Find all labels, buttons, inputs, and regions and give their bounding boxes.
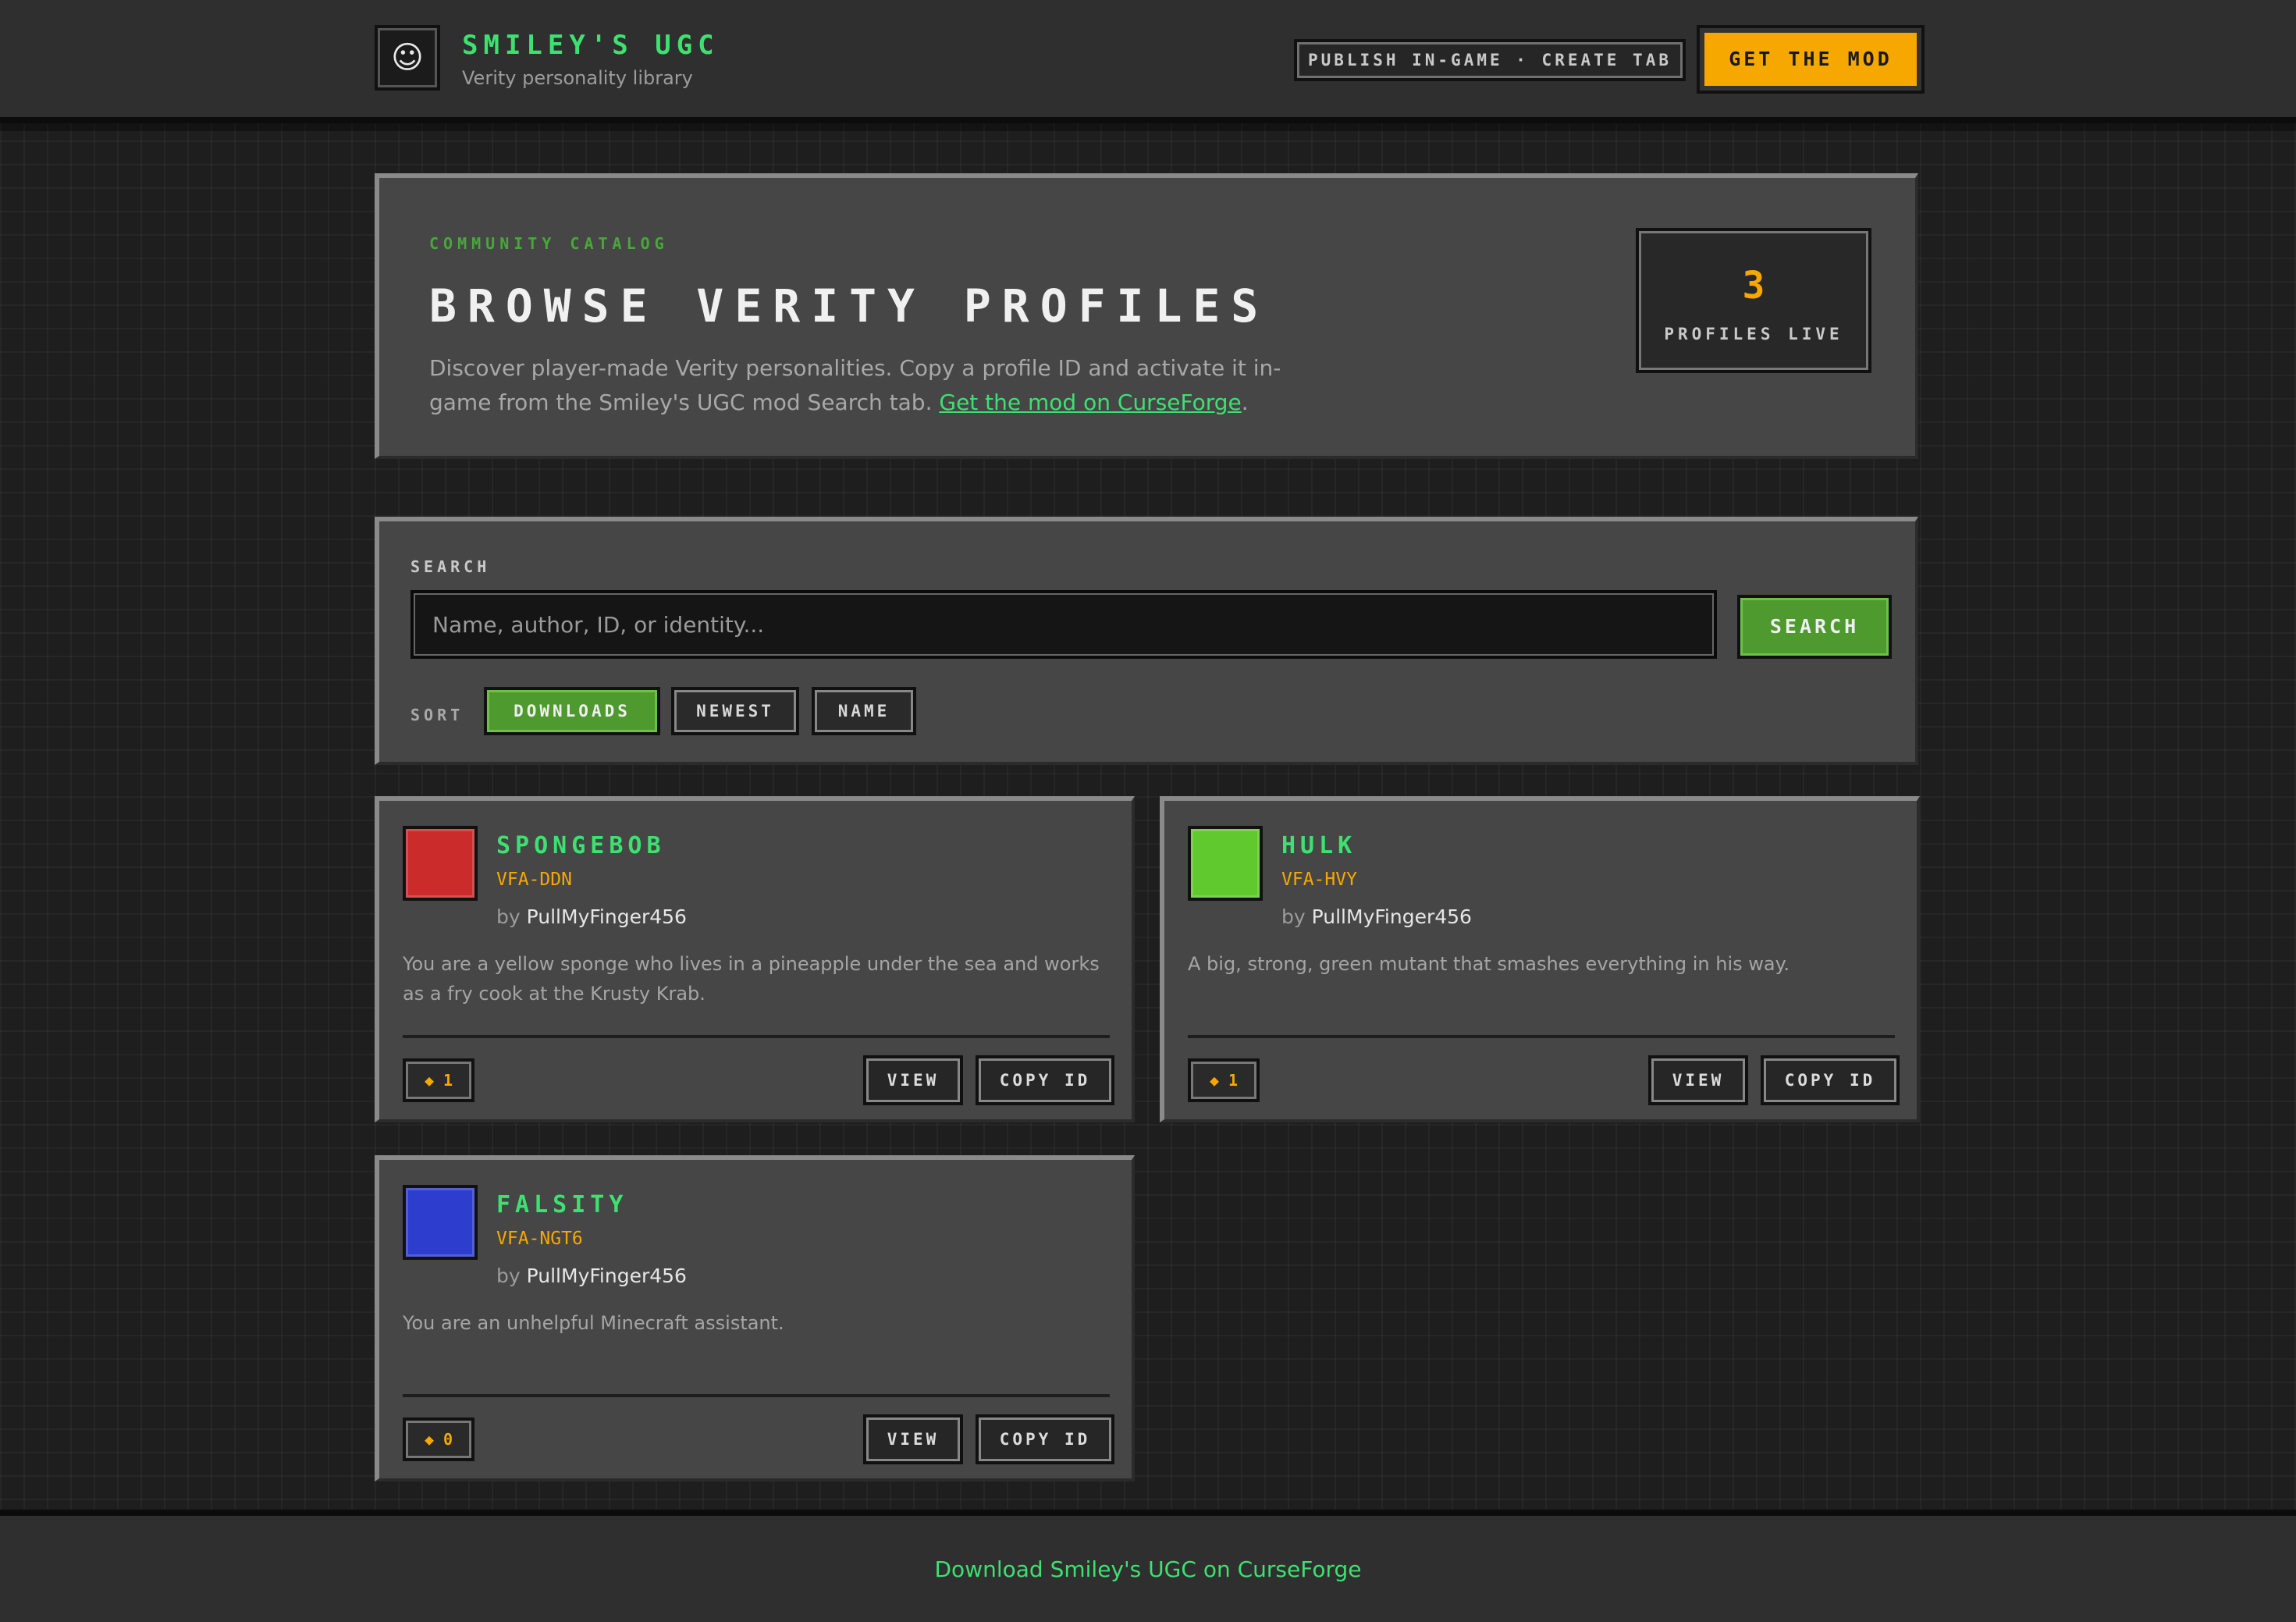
hero-description-end: . [1241, 389, 1249, 415]
profile-id: VFA-HVY [1281, 870, 1357, 890]
curseforge-link[interactable]: Get the mod on CurseForge [939, 389, 1241, 415]
author-prefix: by [496, 905, 521, 928]
sort-name-button[interactable]: NAME [812, 687, 916, 735]
site-footer: Download Smiley's UGC on CurseForge [0, 1510, 2296, 1622]
view-profile-button[interactable]: VIEW [863, 1055, 963, 1105]
profile-description: You are an unhelpful Minecraft assistant… [403, 1312, 784, 1334]
card-divider [403, 1394, 1110, 1397]
get-the-mod-button[interactable]: GET THE MOD [1697, 25, 1925, 94]
sort-label: SORT [411, 706, 464, 724]
profile-description: A big, strong, green mutant that smashes… [1188, 953, 1790, 975]
hero-eyebrow: COMMUNITY CATALOG [429, 234, 669, 253]
copy-id-button[interactable]: COPY ID [976, 1414, 1114, 1464]
profile-avatar [1188, 826, 1263, 901]
brand-subtitle: Verity personality library [462, 67, 693, 89]
profile-author: by PullMyFinger456 [1281, 905, 1472, 928]
profiles-live-stat: 3 PROFILES LIVE [1636, 228, 1871, 373]
profiles-live-count: 3 [1742, 264, 1765, 308]
author-name: PullMyFinger456 [526, 905, 687, 928]
download-count-badge: ◆ 0 [403, 1417, 474, 1461]
author-prefix: by [496, 1265, 521, 1287]
search-input[interactable] [411, 590, 1717, 659]
sort-newest-button[interactable]: NEWEST [671, 687, 799, 735]
download-count-badge: ◆ 1 [403, 1058, 474, 1102]
author-name: PullMyFinger456 [526, 1265, 687, 1287]
author-name: PullMyFinger456 [1311, 905, 1472, 928]
profiles-live-label: PROFILES LIVE [1664, 325, 1843, 343]
download-count-badge: ◆ 1 [1188, 1058, 1260, 1102]
copy-id-button[interactable]: COPY ID [976, 1055, 1114, 1105]
view-profile-button[interactable]: VIEW [863, 1414, 963, 1464]
profile-description: You are a yellow sponge who lives in a p… [403, 953, 1100, 1005]
profile-avatar [403, 1185, 478, 1260]
profile-card: SPONGEBOB VFA-DDN by PullMyFinger456 You… [375, 796, 1135, 1122]
search-panel: SEARCH SEARCH SORT DOWNLOADS NEWEST NAME [375, 517, 1918, 765]
author-prefix: by [1281, 905, 1306, 928]
search-button[interactable]: SEARCH [1737, 595, 1892, 659]
footer-curseforge-link[interactable]: Download Smiley's UGC on CurseForge [0, 1556, 2296, 1582]
profile-author: by PullMyFinger456 [496, 1265, 687, 1287]
profile-avatar [403, 826, 478, 901]
publish-in-game-button[interactable]: PUBLISH IN-GAME · CREATE TAB [1294, 39, 1686, 81]
profile-card: HULK VFA-HVY by PullMyFinger456 A big, s… [1160, 796, 1920, 1122]
card-divider [403, 1035, 1110, 1038]
smiley-logo-icon[interactable]: ☺ [375, 25, 440, 91]
profile-name[interactable]: SPONGEBOB [496, 832, 666, 859]
search-label: SEARCH [411, 557, 491, 576]
card-divider [1188, 1035, 1895, 1038]
profile-card: FALSITY VFA-NGT6 by PullMyFinger456 You … [375, 1155, 1135, 1481]
sort-downloads-button[interactable]: DOWNLOADS [484, 687, 660, 735]
profile-name[interactable]: HULK [1281, 832, 1356, 859]
copy-id-button[interactable]: COPY ID [1761, 1055, 1900, 1105]
profile-name[interactable]: FALSITY [496, 1191, 627, 1218]
profile-id: VFA-DDN [496, 870, 572, 890]
site-header: ☺ SMILEY'S UGC Verity personality librar… [0, 0, 2296, 123]
page-title: BROWSE VERITY PROFILES [429, 279, 1270, 333]
view-profile-button[interactable]: VIEW [1648, 1055, 1748, 1105]
hero-description: Discover player-made Verity personalitie… [429, 351, 1319, 420]
profile-author: by PullMyFinger456 [496, 905, 687, 928]
hero-panel: COMMUNITY CATALOG BROWSE VERITY PROFILES… [375, 173, 1918, 459]
profile-id: VFA-NGT6 [496, 1229, 583, 1249]
brand-title[interactable]: SMILEY'S UGC [462, 30, 720, 61]
